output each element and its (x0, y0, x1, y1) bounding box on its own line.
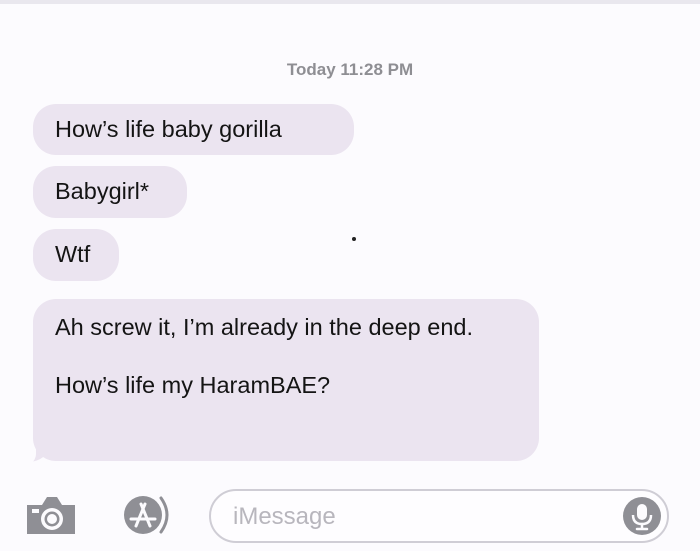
speck (352, 237, 356, 241)
camera-icon[interactable] (23, 492, 79, 538)
message-timestamp: Today 11:28 PM (286, 60, 414, 79)
imessage-input[interactable]: iMessage (209, 489, 669, 543)
app-store-icon[interactable] (118, 491, 174, 541)
imessage-placeholder: iMessage (233, 503, 336, 530)
message-bubble[interactable]: Ah screw it, I’m already in the deep end… (33, 299, 539, 461)
bubble-tail-mask (8, 428, 36, 468)
message-bubble[interactable]: Babygirl* (33, 166, 187, 218)
message-bubble[interactable]: How’s life baby gorilla (33, 104, 354, 155)
microphone-icon[interactable] (623, 497, 661, 535)
message-bubble[interactable]: Wtf (33, 229, 119, 281)
top-divider (0, 0, 700, 4)
